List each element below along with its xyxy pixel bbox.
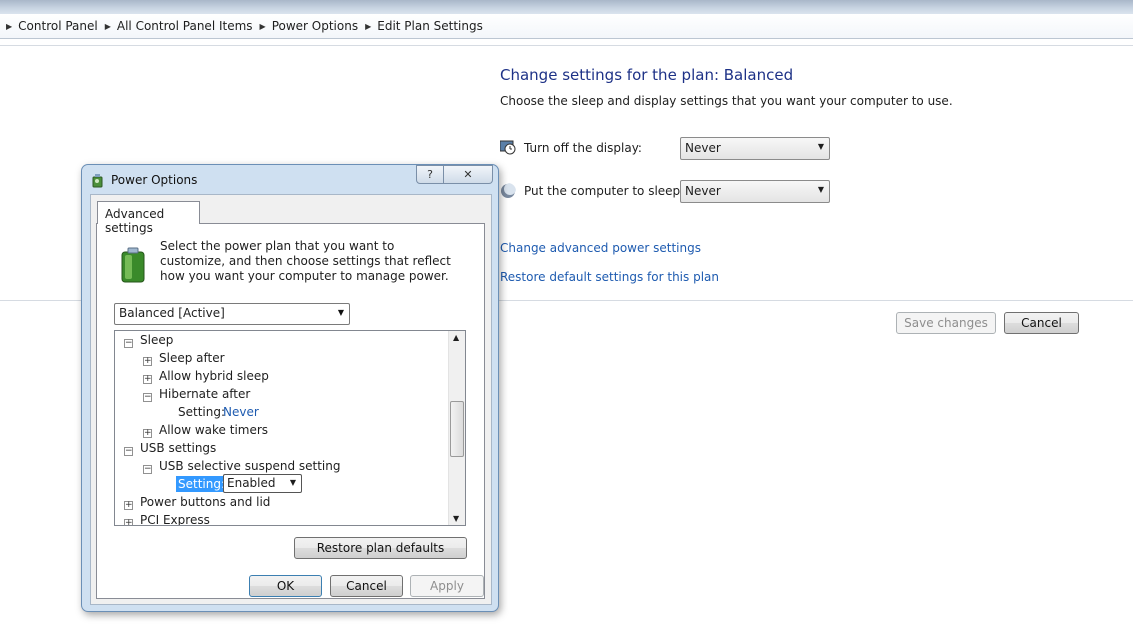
usb-suspend-value: Enabled — [227, 476, 276, 490]
advanced-settings-link[interactable]: Change advanced power settings — [500, 241, 701, 255]
collapse-icon[interactable]: − — [143, 393, 152, 402]
chevron-right-icon[interactable]: ▶ — [105, 22, 111, 31]
collapse-icon[interactable]: − — [124, 447, 133, 456]
chevron-down-icon: ▼ — [289, 478, 296, 487]
sleep-label: Put the computer to sleep: — [524, 184, 685, 198]
hibernate-setting-label: Setting: — [178, 405, 226, 419]
breadcrumb-edit-plan[interactable]: Edit Plan Settings — [377, 19, 483, 33]
restore-plan-defaults-button[interactable]: Restore plan defaults — [294, 537, 467, 559]
apply-button[interactable]: Apply — [410, 575, 484, 597]
chevron-right-icon[interactable]: ▶ — [365, 22, 371, 31]
dialog-title: Power Options — [111, 173, 198, 187]
restore-defaults-link[interactable]: Restore default settings for this plan — [500, 270, 719, 284]
tree-item-usb-suspend[interactable]: USB selective suspend setting — [159, 459, 340, 473]
expand-icon[interactable]: + — [143, 357, 152, 366]
settings-tree[interactable]: − Sleep + Sleep after + Allow hybrid sle… — [114, 330, 466, 526]
collapse-icon[interactable]: − — [143, 465, 152, 474]
tree-item-sleep-after[interactable]: Sleep after — [159, 351, 225, 365]
dialog-client: Advanced settings Select the power plan … — [90, 194, 492, 605]
page-subtitle: Choose the sleep and display settings th… — [500, 94, 953, 108]
chevron-down-icon: ▼ — [817, 185, 824, 194]
page-title: Change settings for the plan: Balanced — [500, 66, 794, 84]
tree-item-pci-express[interactable]: PCI Express — [140, 513, 210, 525]
advanced-settings-panel: Select the power plan that you want to c… — [96, 223, 485, 599]
scrollbar-thumb[interactable] — [450, 401, 464, 457]
cancel-button[interactable]: Cancel — [1004, 312, 1079, 334]
usb-setting-label: Setting: — [176, 476, 228, 492]
close-button[interactable]: ✕ — [444, 165, 493, 184]
expand-icon[interactable]: + — [124, 519, 133, 525]
help-button[interactable]: ? — [416, 165, 444, 184]
close-icon: ✕ — [463, 168, 473, 181]
expand-icon[interactable]: + — [124, 501, 133, 510]
tree-item-hybrid-sleep[interactable]: Allow hybrid sleep — [159, 369, 269, 383]
scroll-down-icon[interactable]: ▼ — [453, 514, 459, 523]
chevron-right-icon[interactable]: ▶ — [260, 22, 266, 31]
expand-icon[interactable]: + — [143, 375, 152, 384]
breadcrumb-all-items[interactable]: All Control Panel Items — [117, 19, 253, 33]
display-label: Turn off the display: — [524, 141, 642, 155]
tree-item-sleep[interactable]: Sleep — [140, 333, 173, 347]
plan-select[interactable]: Balanced [Active] ▼ — [114, 303, 350, 325]
plan-select-value: Balanced [Active] — [119, 306, 225, 320]
chevron-down-icon: ▼ — [817, 142, 824, 151]
ok-button[interactable]: OK — [249, 575, 322, 597]
tree-item-power-buttons[interactable]: Power buttons and lid — [140, 495, 270, 509]
dialog-cancel-button[interactable]: Cancel — [330, 575, 403, 597]
tree-item-usb-settings[interactable]: USB settings — [140, 441, 216, 455]
dialog-description: Select the power plan that you want to c… — [160, 239, 451, 283]
breadcrumb-control-panel[interactable]: Control Panel — [18, 19, 98, 33]
scroll-up-icon[interactable]: ▲ — [453, 333, 459, 342]
expand-icon[interactable]: + — [143, 429, 152, 438]
usb-suspend-select[interactable]: Enabled ▼ — [223, 474, 302, 493]
tab-advanced-settings[interactable]: Advanced settings — [97, 201, 200, 235]
window-top-strip — [0, 0, 1133, 14]
hibernate-setting-value[interactable]: Never — [223, 405, 259, 419]
help-icon: ? — [427, 168, 433, 181]
caption-buttons: ? ✕ — [416, 165, 493, 184]
moon-sleep-icon — [501, 183, 516, 198]
collapse-icon[interactable]: − — [124, 339, 133, 348]
save-changes-button[interactable]: Save changes — [896, 312, 996, 334]
power-options-icon — [92, 174, 103, 188]
divider — [0, 45, 1133, 46]
power-options-dialog: Power Options ? ✕ Advanced settings Sele… — [81, 164, 499, 612]
breadcrumb-power-options[interactable]: Power Options — [272, 19, 358, 33]
chevron-right-icon[interactable]: ▶ — [6, 22, 12, 31]
display-timeout-select[interactable]: Never ▼ — [680, 137, 830, 160]
chevron-down-icon: ▼ — [337, 308, 344, 317]
battery-icon — [121, 247, 145, 283]
sleep-timeout-value: Never — [685, 184, 721, 198]
tree-item-wake-timers[interactable]: Allow wake timers — [159, 423, 268, 437]
tree-item-hibernate-after[interactable]: Hibernate after — [159, 387, 250, 401]
tree-scrollbar[interactable]: ▲ ▼ — [448, 331, 465, 525]
breadcrumb[interactable]: ▶ Control Panel ▶ All Control Panel Item… — [0, 14, 1133, 39]
sleep-timeout-select[interactable]: Never ▼ — [680, 180, 830, 203]
display-timeout-value: Never — [685, 141, 721, 155]
monitor-clock-icon — [500, 140, 516, 155]
